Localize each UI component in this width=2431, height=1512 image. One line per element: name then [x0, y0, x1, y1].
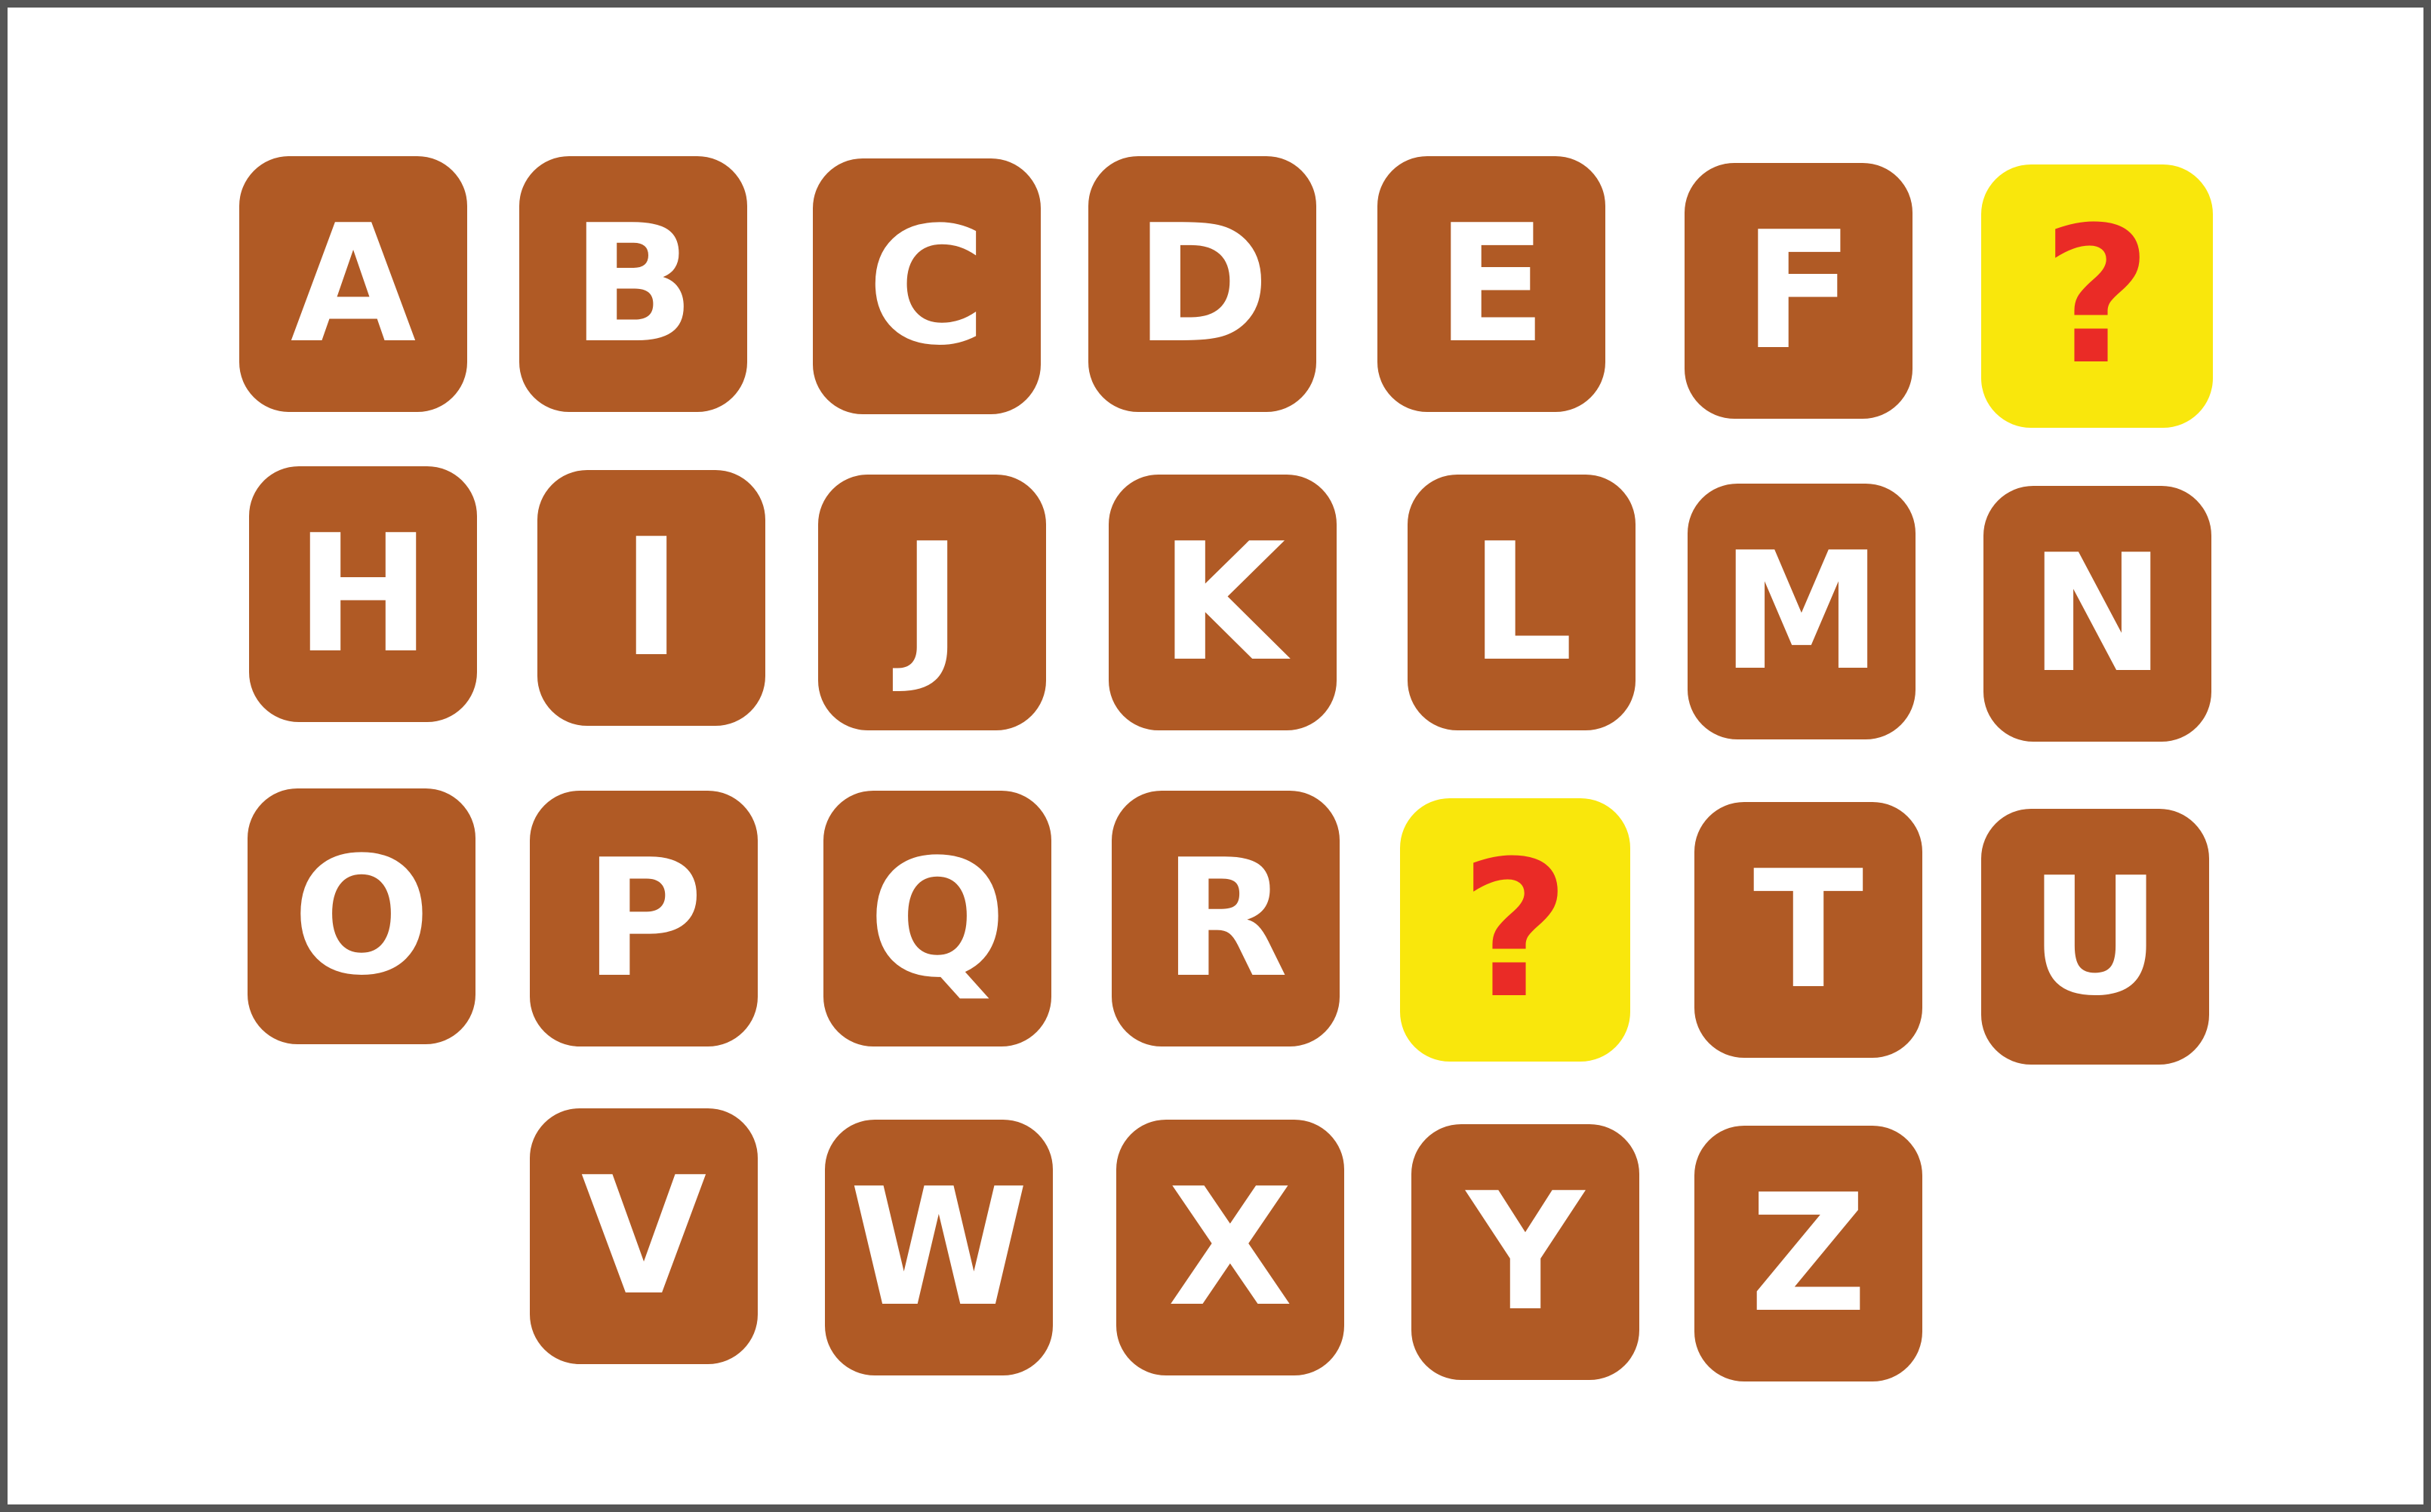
letter-l: L [1469, 508, 1574, 697]
letter-i: I [621, 503, 682, 693]
question-mark-icon: ? [1460, 819, 1571, 1040]
letter-b: B [571, 189, 695, 379]
tile-c[interactable]: C [813, 158, 1041, 414]
letter-k: K [1159, 508, 1286, 697]
tile-t[interactable]: T [1694, 802, 1922, 1058]
letter-r: R [1163, 824, 1288, 1013]
tile-b[interactable]: B [519, 156, 747, 412]
tile-a[interactable]: A [239, 156, 467, 412]
letter-y: Y [1466, 1157, 1584, 1347]
letter-t: T [1752, 835, 1864, 1025]
question-mark-icon: ? [2042, 186, 2153, 406]
tile-p[interactable]: P [530, 791, 758, 1046]
tile-y[interactable]: Y [1411, 1124, 1639, 1380]
letter-z: Z [1749, 1159, 1867, 1348]
tile-i[interactable]: I [537, 470, 765, 726]
tile-missing-g[interactable]: ? [1981, 164, 2213, 428]
tile-d[interactable]: D [1088, 156, 1316, 412]
tile-w[interactable]: W [825, 1120, 1053, 1375]
tile-z[interactable]: Z [1694, 1126, 1922, 1381]
letter-o: O [292, 822, 431, 1011]
tile-l[interactable]: L [1408, 475, 1636, 730]
tile-v[interactable]: V [530, 1108, 758, 1364]
tile-e[interactable]: E [1377, 156, 1605, 412]
tile-n[interactable]: N [1983, 486, 2211, 742]
alphabet-board: A B C D E F ? H I J K L M N O P Q R ? T … [0, 0, 2431, 1512]
tile-j[interactable]: J [818, 475, 1046, 730]
tile-r[interactable]: R [1112, 791, 1340, 1046]
letter-n: N [2029, 519, 2165, 708]
tile-x[interactable]: X [1116, 1120, 1344, 1375]
letter-p: P [584, 824, 703, 1013]
tile-missing-s[interactable]: ? [1400, 798, 1630, 1062]
tile-h[interactable]: H [249, 466, 477, 722]
letter-j: J [902, 508, 962, 697]
tile-u[interactable]: U [1981, 809, 2209, 1065]
letter-u: U [2029, 842, 2162, 1031]
letter-a: A [290, 189, 417, 379]
tile-m[interactable]: M [1688, 484, 1916, 739]
letter-f: F [1743, 196, 1854, 386]
tile-q[interactable]: Q [823, 791, 1051, 1046]
letter-v: V [580, 1142, 707, 1331]
tile-f[interactable]: F [1685, 163, 1912, 419]
letter-h: H [295, 499, 431, 689]
letter-m: M [1721, 517, 1882, 706]
tile-o[interactable]: O [248, 788, 475, 1044]
letter-d: D [1134, 189, 1270, 379]
letter-w: W [849, 1153, 1029, 1342]
letter-c: C [867, 192, 986, 381]
tile-k[interactable]: K [1109, 475, 1337, 730]
letter-e: E [1436, 189, 1547, 379]
letter-x: X [1168, 1153, 1293, 1342]
letter-q: Q [868, 824, 1007, 1013]
